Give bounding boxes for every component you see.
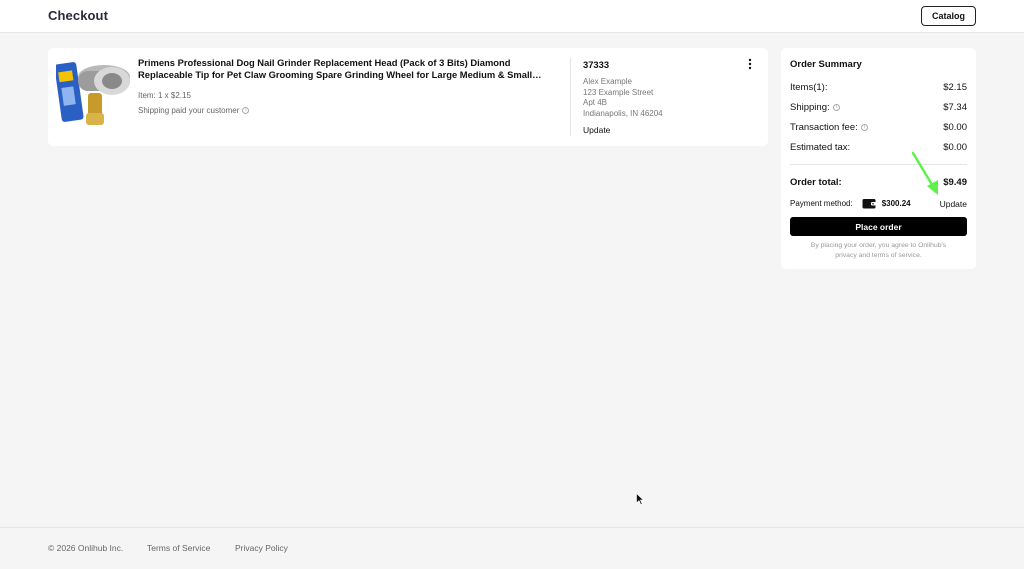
address-name: Alex Example	[583, 77, 632, 86]
order-total-row: Order total: $9.49	[790, 177, 967, 188]
summary-row-transaction-fee: Transaction fee: i $0.00	[790, 122, 967, 133]
item-quantity: Item: 1 x $2.15	[138, 91, 191, 100]
terms-agreement-note: By placing your order, you agree to Onli…	[790, 241, 967, 260]
info-icon[interactable]: i	[860, 124, 868, 131]
address-id: 37333	[583, 59, 610, 70]
terms-of-service-link[interactable]: Terms of Service	[147, 543, 210, 553]
shipping-address: Alex Example 123 Example Street Apt 4B I…	[583, 77, 663, 119]
summary-label-wrap: Transaction fee: i	[790, 122, 868, 133]
summary-divider	[790, 164, 967, 165]
page-footer: © 2026 Onlihub Inc. Terms of Service Pri…	[0, 527, 1024, 569]
product-image	[56, 62, 130, 125]
order-summary-card: Order Summary Items(1): $2.15 Shipping: …	[781, 48, 976, 269]
summary-row-shipping: Shipping: i $7.34	[790, 102, 967, 113]
payment-method-label: Payment method:	[790, 199, 853, 208]
order-total-value: $9.49	[943, 177, 967, 188]
address-street: 123 Example Street	[583, 87, 654, 97]
summary-label-wrap: Shipping: i	[790, 102, 840, 113]
shipping-note-text: Shipping paid your customer	[138, 106, 240, 115]
summary-value: $0.00	[943, 122, 967, 133]
vertical-divider	[570, 58, 571, 136]
summary-row-items: Items(1): $2.15	[790, 82, 967, 93]
summary-value: $2.15	[943, 82, 967, 93]
copyright-text: © 2026 Onlihub Inc.	[48, 543, 124, 553]
place-order-button[interactable]: Place order	[790, 217, 967, 236]
address-city: Indianapolis, IN 46204	[583, 108, 663, 118]
order-summary-title: Order Summary	[790, 59, 862, 70]
summary-label: Items(1):	[790, 82, 828, 93]
address-update-link[interactable]: Update	[583, 125, 610, 135]
payment-method-row: Payment method: $300.24 Update	[790, 198, 967, 209]
terms-agreement-line: By placing your order, you agree to Onli…	[810, 242, 947, 249]
wallet-icon	[862, 199, 876, 209]
order-total-label: Order total:	[790, 177, 842, 188]
catalog-button[interactable]: Catalog	[921, 6, 976, 26]
summary-label: Shipping:	[790, 102, 830, 113]
info-icon[interactable]: i	[832, 104, 840, 111]
top-header: Checkout Catalog	[0, 0, 1024, 33]
order-item-card: Primens Professional Dog Nail Grinder Re…	[48, 48, 768, 146]
summary-row-estimated-tax: Estimated tax: $0.00	[790, 142, 967, 153]
summary-label: Transaction fee:	[790, 122, 858, 133]
info-icon[interactable]: i	[242, 107, 250, 114]
summary-label: Estimated tax:	[790, 142, 851, 153]
shipping-note: Shipping paid your customer i	[138, 106, 250, 115]
address-apt: Apt 4B	[583, 98, 608, 108]
privacy-policy-link[interactable]: Privacy Policy	[235, 543, 288, 553]
summary-value: $0.00	[943, 142, 967, 153]
page-title: Checkout	[48, 8, 109, 23]
payment-update-link[interactable]: Update	[940, 199, 967, 209]
summary-value: $7.34	[943, 102, 967, 113]
product-title[interactable]: Primens Professional Dog Nail Grinder Re…	[138, 57, 550, 81]
more-options-icon[interactable]	[745, 58, 755, 70]
wallet-balance: $300.24	[881, 199, 911, 208]
terms-agreement-line: privacy and terms of service.	[835, 251, 922, 259]
mouse-cursor-icon	[636, 493, 644, 505]
